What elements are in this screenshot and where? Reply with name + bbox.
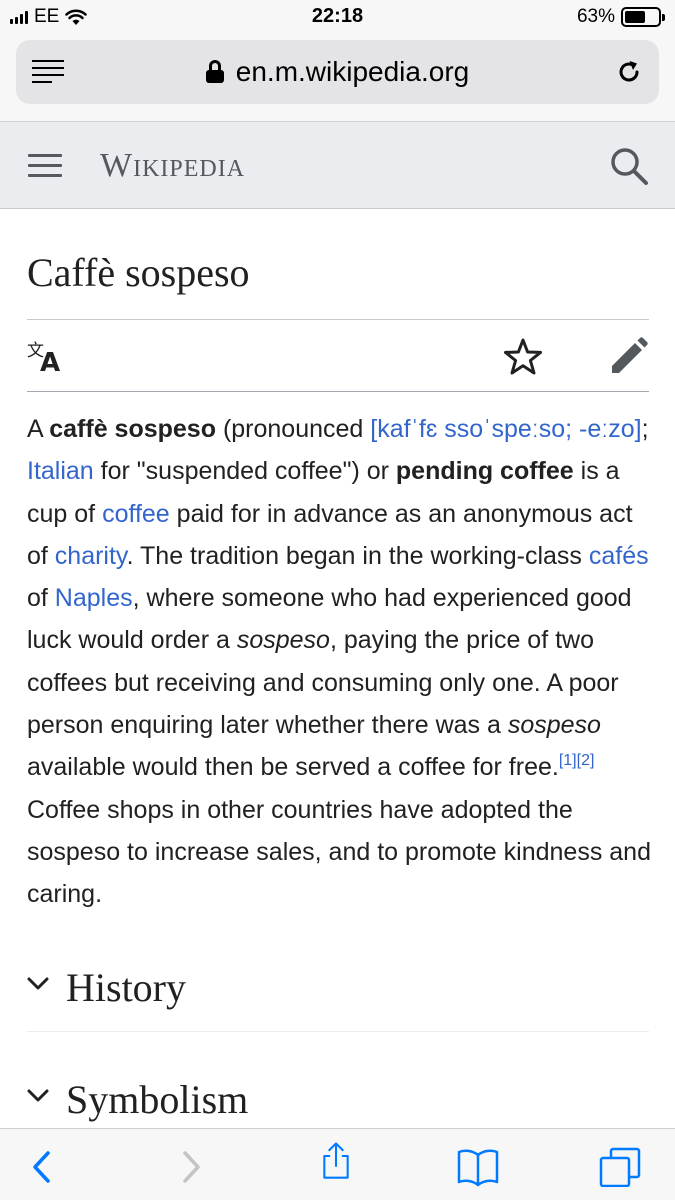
status-right: 63% [576,6,665,28]
reload-icon[interactable] [615,58,643,86]
intro-text: ; [641,415,649,443]
article-intro: A caffè sospeso (pronounced [kafˈfɛ ssoˈ… [27,408,652,916]
reference-link-2[interactable]: [2] [577,752,595,769]
open-book-icon[interactable] [456,1147,500,1187]
browser-address-area: en.m.wikipedia.org [0,36,675,122]
intro-bold-term: caffè sospeso [49,415,216,443]
section-title: History [66,965,186,1010]
page-actions-bar: 文 A [27,320,649,392]
status-bar: EE 22:18 63% [0,0,675,36]
section-divider [27,1031,649,1032]
intro-text: . The tradition began in the working-cla… [126,541,589,570]
chevron-down-icon [27,977,49,990]
search-icon[interactable] [609,146,649,186]
pencil-edit-icon[interactable] [607,336,649,378]
star-icon[interactable] [502,336,544,378]
battery-icon [621,7,665,27]
cafes-link[interactable]: cafés [589,542,649,570]
language-icon[interactable]: 文 A [27,339,67,373]
svg-text:A: A [40,348,60,373]
url-display[interactable]: en.m.wikipedia.org [16,56,659,88]
section-history[interactable]: History [27,960,649,1060]
chevron-down-icon [27,1089,49,1102]
naples-link[interactable]: Naples [55,584,133,612]
intro-italic-term: sospeso [507,711,601,740]
intro-italic-term: sospeso [236,626,330,655]
intro-text: of [27,584,55,613]
share-icon[interactable] [314,1141,358,1181]
italian-link[interactable]: Italian [27,457,94,485]
address-bar[interactable]: en.m.wikipedia.org [16,40,659,104]
intro-text: Coffee shops in other countries have ado… [27,795,651,909]
wikipedia-header: Wikipedia [0,122,675,209]
battery-level-fill [625,11,646,23]
intro-text: A [27,415,50,443]
intro-text: (pronounced [216,415,371,443]
coffee-link[interactable]: coffee [102,500,170,528]
tabs-icon[interactable] [598,1147,642,1187]
url-text: en.m.wikipedia.org [235,56,470,87]
ipa-link[interactable]: [kafˈfɛ ssoˈspeːso; -eːzo] [370,415,641,443]
hamburger-menu-icon[interactable] [28,154,62,178]
wikipedia-wordmark[interactable]: Wikipedia [100,147,245,185]
section-title: Symbolism [66,1077,249,1122]
chevron-left-icon[interactable] [22,1147,66,1187]
browser-toolbar [0,1128,675,1200]
intro-text: for "suspended coffee") or [93,457,396,486]
lock-icon [205,60,224,84]
intro-text: available would then be served a coffee … [27,753,559,782]
clock: 22:18 [311,5,364,27]
reference-link-1[interactable]: [1] [559,752,577,769]
charity-link[interactable]: charity [55,542,127,570]
intro-bold-term: pending coffee [395,457,574,486]
chevron-right-icon[interactable] [170,1147,214,1187]
page-title: Caffè sospeso [27,250,250,295]
battery-percent: 63% [576,6,615,27]
